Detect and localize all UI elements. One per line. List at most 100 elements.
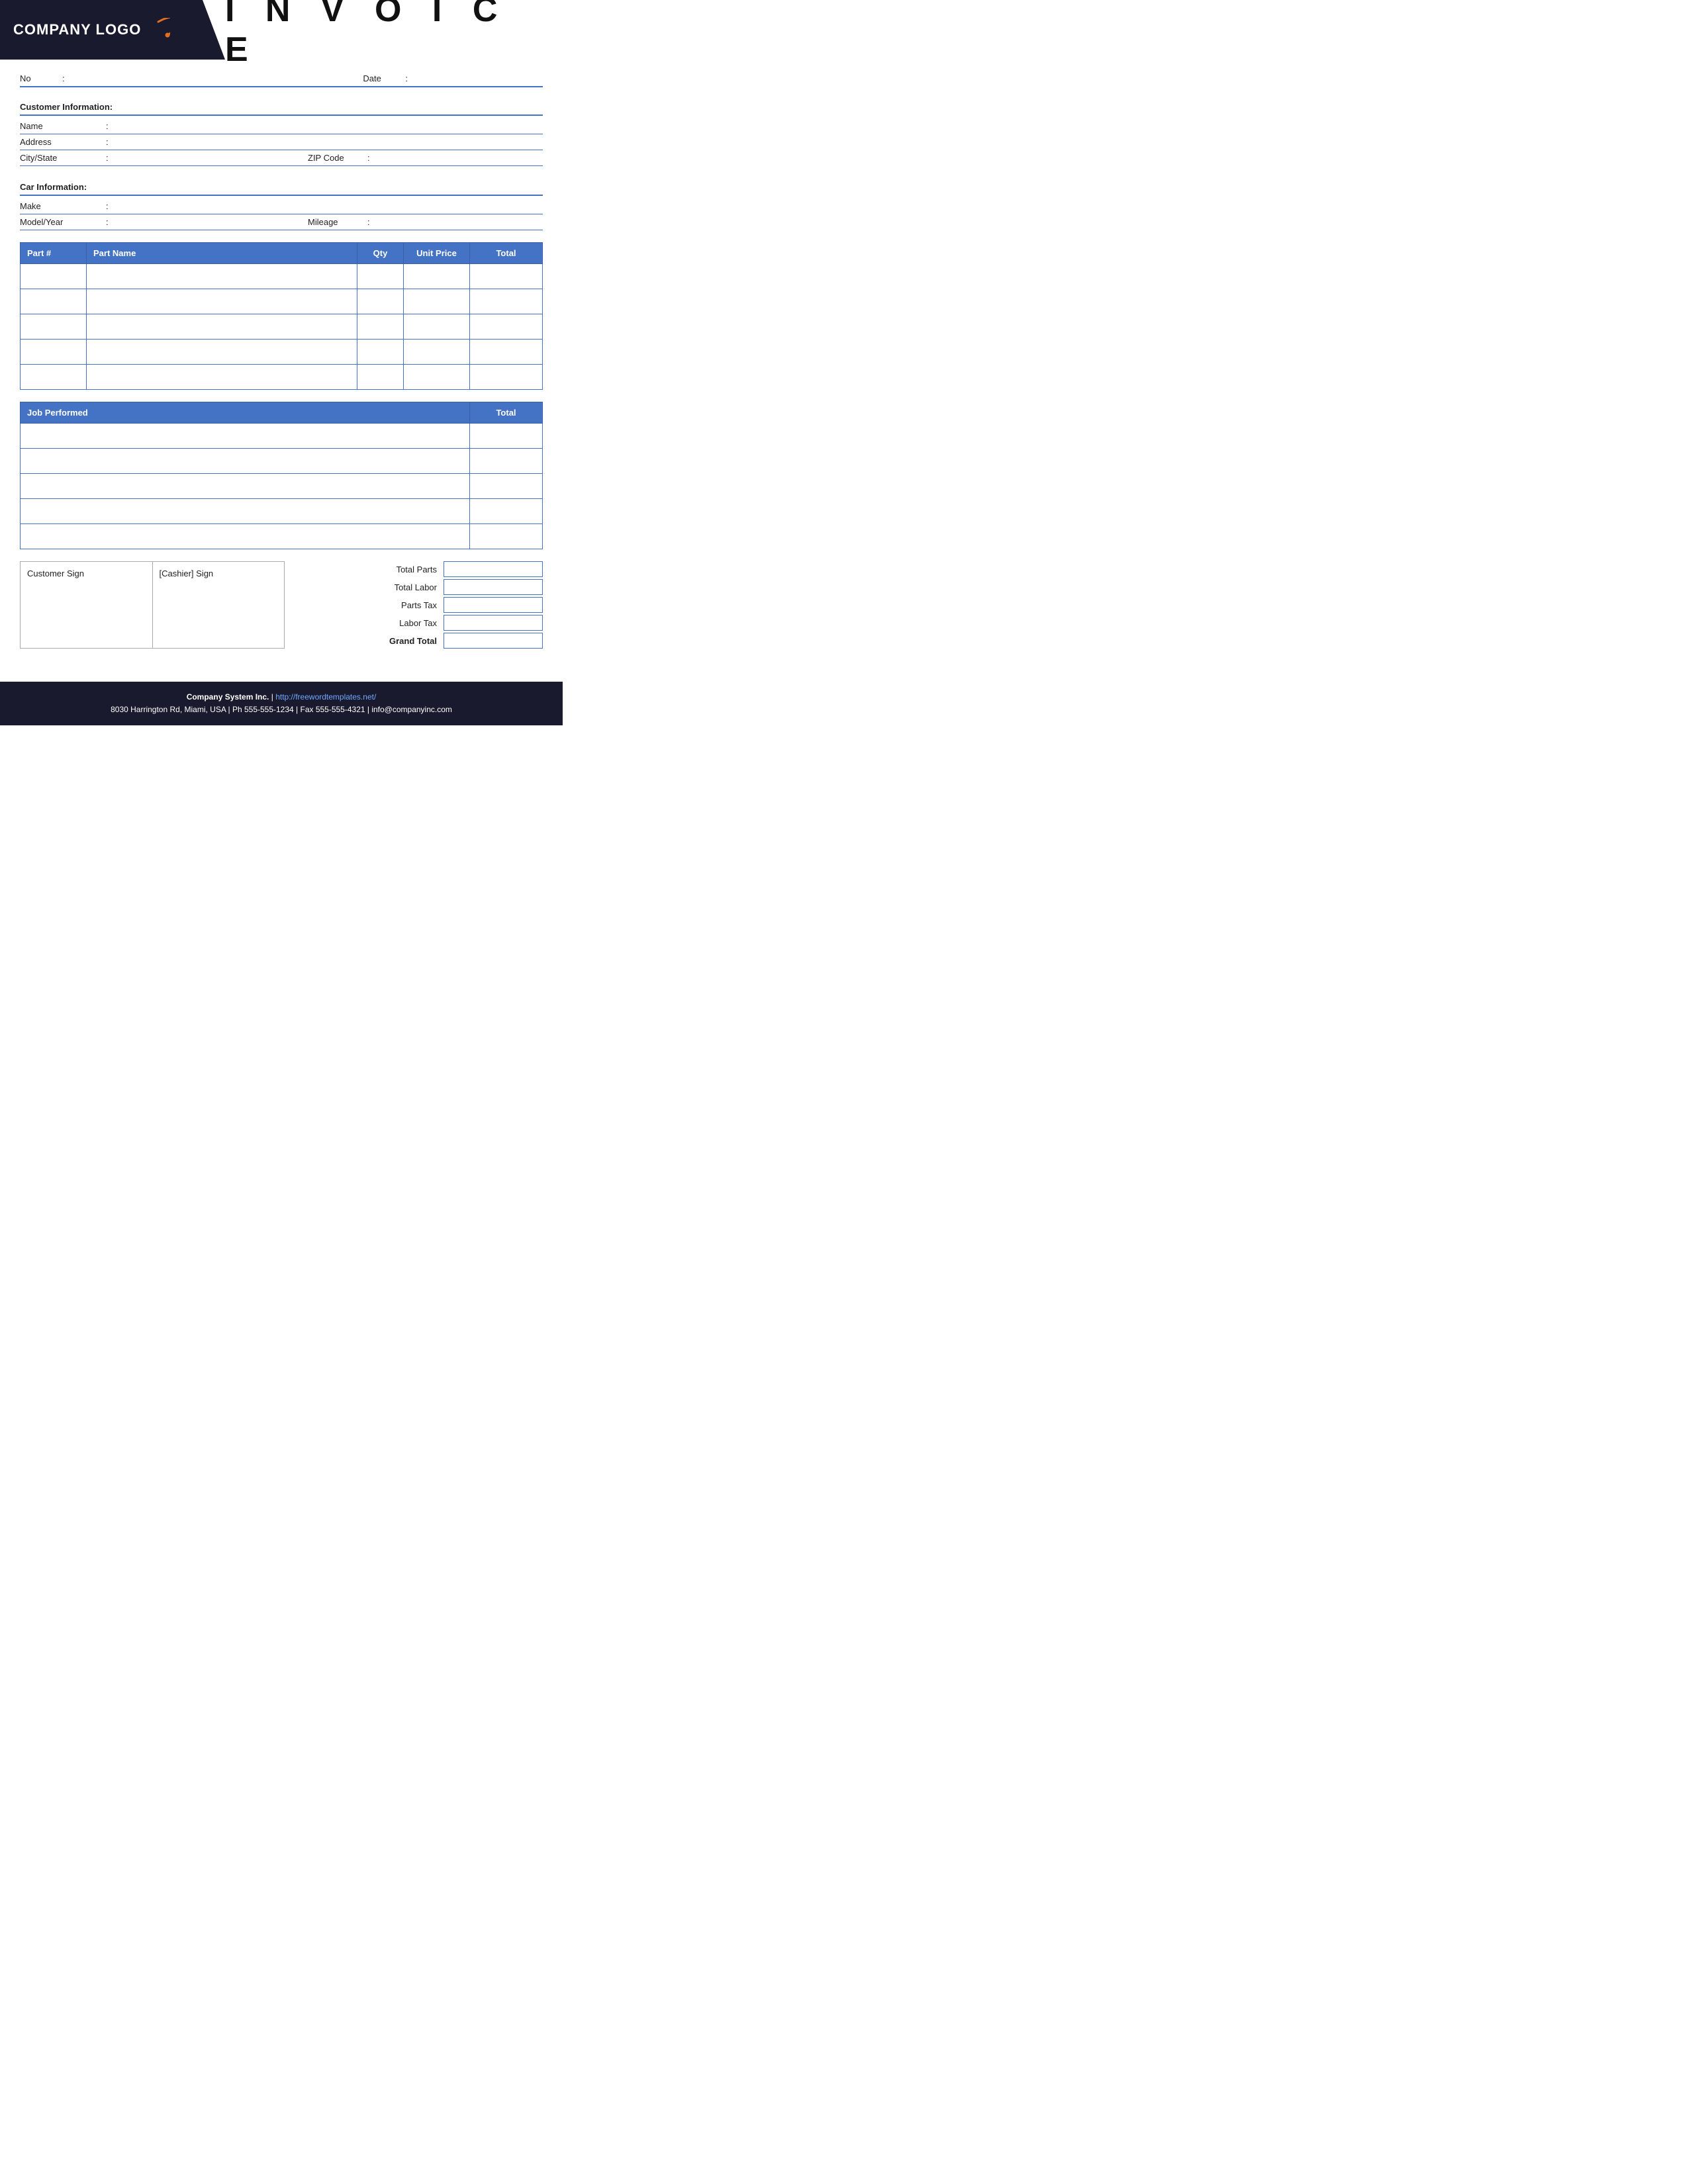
parts-tax-label: Parts Tax <box>357 600 437 610</box>
bottom-section: Customer Sign [Cashier] Sign Total Parts… <box>20 561 543 649</box>
jobs-table-header-row: Job Performed Total <box>21 402 543 424</box>
job-desc-cell[interactable] <box>21 524 470 549</box>
part-num-cell[interactable] <box>21 289 87 314</box>
date-value[interactable] <box>410 73 543 83</box>
job-desc-cell[interactable] <box>21 449 470 474</box>
mileage-colon: : <box>367 217 370 227</box>
zip-value[interactable] <box>375 153 543 163</box>
car-model-row: Model/Year : Mileage : <box>20 214 543 230</box>
part-qty-cell[interactable] <box>357 340 404 365</box>
part-qty-cell[interactable] <box>357 289 404 314</box>
no-label: No <box>20 73 60 83</box>
job-total-cell[interactable] <box>470 524 543 549</box>
footer-line1: Company System Inc. | http://freewordtem… <box>13 691 549 704</box>
page-header: COMPANY LOGO I N V O I C E <box>0 0 563 60</box>
parts-tax-value[interactable] <box>444 597 543 613</box>
customer-city-row: City/State : ZIP Code : <box>20 150 543 166</box>
part-qty-cell[interactable] <box>357 365 404 390</box>
table-row <box>21 340 543 365</box>
part-unitprice-cell[interactable] <box>404 340 470 365</box>
car-info-header: Car Information: <box>20 177 543 192</box>
part-qty-cell[interactable] <box>357 264 404 289</box>
part-name-cell[interactable] <box>87 289 357 314</box>
customer-name-row: Name : <box>20 118 543 134</box>
footer-website[interactable]: http://freewordtemplates.net/ <box>275 692 376 702</box>
date-label: Date <box>363 73 402 83</box>
job-desc-cell[interactable] <box>21 474 470 499</box>
grand-total-row: Grand Total <box>298 633 543 649</box>
invoice-date-field: Date : <box>363 73 543 83</box>
mileage-value[interactable] <box>375 217 543 227</box>
parts-table-header-row: Part # Part Name Qty Unit Price Total <box>21 243 543 264</box>
labor-tax-value[interactable] <box>444 615 543 631</box>
job-total-cell[interactable] <box>470 424 543 449</box>
invoice-title-area: I N V O I C E <box>225 0 563 60</box>
mileage-label: Mileage <box>308 217 367 227</box>
part-qty-cell[interactable] <box>357 314 404 340</box>
no-value[interactable] <box>68 73 200 83</box>
job-total-cell[interactable] <box>470 499 543 524</box>
job-desc-cell[interactable] <box>21 499 470 524</box>
total-parts-row: Total Parts <box>298 561 543 577</box>
part-name-cell[interactable] <box>87 264 357 289</box>
city-value[interactable] <box>114 153 281 163</box>
table-row <box>21 424 543 449</box>
invoice-no-field: No : <box>20 73 200 83</box>
part-unitprice-cell[interactable] <box>404 289 470 314</box>
table-row <box>21 449 543 474</box>
logo-area: COMPANY LOGO <box>0 0 225 60</box>
part-total-cell[interactable] <box>470 365 543 390</box>
grand-total-label: Grand Total <box>357 636 437 646</box>
part-num-cell[interactable] <box>21 365 87 390</box>
part-total-cell[interactable] <box>470 314 543 340</box>
no-colon: : <box>62 73 65 83</box>
customer-info-header: Customer Information: <box>20 97 543 112</box>
customer-sign-label: Customer Sign <box>27 569 146 578</box>
address-value[interactable] <box>114 137 543 147</box>
cashier-sign-box[interactable]: [Cashier] Sign <box>153 562 285 648</box>
col-header-partnum: Part # <box>21 243 87 264</box>
part-unitprice-cell[interactable] <box>404 264 470 289</box>
model-value[interactable] <box>114 217 281 227</box>
footer-line2: 8030 Harrington Rd, Miami, USA | Ph 555-… <box>13 704 549 716</box>
part-num-cell[interactable] <box>21 264 87 289</box>
car-make-row: Make : <box>20 199 543 214</box>
part-name-cell[interactable] <box>87 340 357 365</box>
total-labor-value[interactable] <box>444 579 543 595</box>
make-value[interactable] <box>114 201 543 211</box>
part-unitprice-cell[interactable] <box>404 365 470 390</box>
part-num-cell[interactable] <box>21 314 87 340</box>
labor-tax-row: Labor Tax <box>298 615 543 631</box>
no-date-row: No : Date : <box>20 73 543 87</box>
part-unitprice-cell[interactable] <box>404 314 470 340</box>
logo-label: COMPANY LOGO <box>13 21 141 38</box>
col-header-partname: Part Name <box>87 243 357 264</box>
part-total-cell[interactable] <box>470 289 543 314</box>
part-total-cell[interactable] <box>470 264 543 289</box>
parts-tax-row: Parts Tax <box>298 597 543 613</box>
part-total-cell[interactable] <box>470 340 543 365</box>
part-name-cell[interactable] <box>87 365 357 390</box>
job-total-cell[interactable] <box>470 449 543 474</box>
col-header-total: Total <box>470 243 543 264</box>
totals-section: Total Parts Total Labor Parts Tax Labor … <box>298 561 543 649</box>
col-header-qty: Qty <box>357 243 404 264</box>
customer-info-section: Customer Information: Name : Address : C… <box>20 97 543 166</box>
part-num-cell[interactable] <box>21 340 87 365</box>
logo-icon <box>146 18 170 42</box>
name-value[interactable] <box>114 121 543 131</box>
page-content: No : Date : Customer Information: Name :… <box>0 73 563 682</box>
name-label: Name <box>20 121 106 131</box>
table-row <box>21 289 543 314</box>
total-parts-value[interactable] <box>444 561 543 577</box>
col-header-job-total: Total <box>470 402 543 424</box>
name-colon: : <box>106 121 109 131</box>
job-desc-cell[interactable] <box>21 424 470 449</box>
job-total-cell[interactable] <box>470 474 543 499</box>
city-label: City/State <box>20 153 106 163</box>
part-name-cell[interactable] <box>87 314 357 340</box>
zip-colon: : <box>367 153 370 163</box>
grand-total-value[interactable] <box>444 633 543 649</box>
table-row <box>21 365 543 390</box>
customer-sign-box[interactable]: Customer Sign <box>21 562 153 648</box>
